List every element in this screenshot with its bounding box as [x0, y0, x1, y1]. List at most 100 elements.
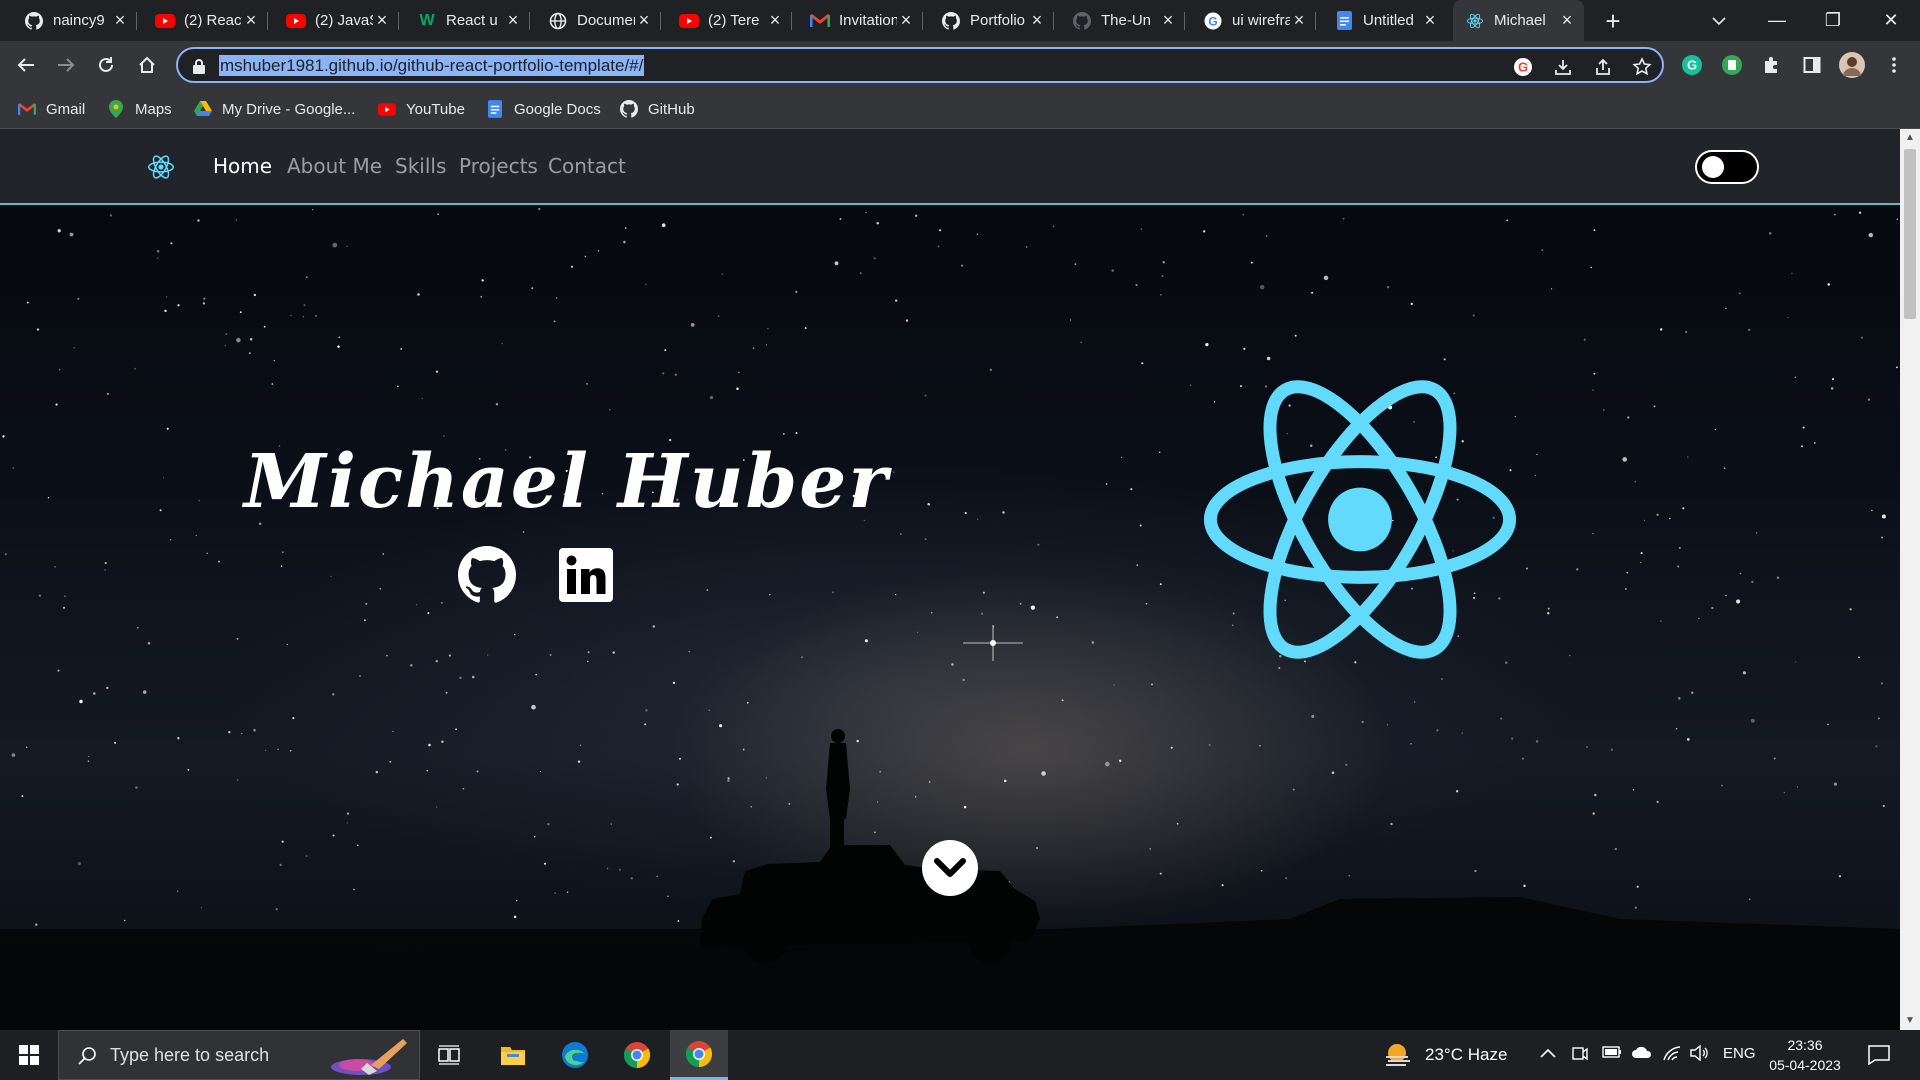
- close-icon[interactable]: ×: [1421, 11, 1439, 29]
- close-icon[interactable]: ×: [1558, 11, 1576, 29]
- share-icon[interactable]: [1593, 57, 1613, 77]
- bookmark-maps[interactable]: Maps: [107, 99, 172, 119]
- address-bar[interactable]: mshuber1981.github.io/github-react-portf…: [176, 47, 1664, 83]
- extension-icon[interactable]: [1716, 49, 1748, 81]
- close-window-button[interactable]: ✕: [1876, 8, 1906, 32]
- back-button[interactable]: [10, 49, 42, 81]
- side-panel-icon[interactable]: [1796, 49, 1828, 81]
- scrollbar-thumb[interactable]: [1904, 149, 1916, 319]
- tab-title: React u: [446, 12, 498, 29]
- language-indicator[interactable]: ENG: [1723, 1045, 1756, 1062]
- forward-button[interactable]: [50, 49, 82, 81]
- battery-icon[interactable]: [1602, 1045, 1622, 1063]
- url-text[interactable]: mshuber1981.github.io/github-react-portf…: [219, 55, 645, 76]
- weather-text[interactable]: 23°C Haze: [1425, 1045, 1507, 1065]
- scroll-down-button[interactable]: [922, 840, 978, 896]
- weather-haze-icon[interactable]: [1383, 1041, 1413, 1069]
- nav-projects[interactable]: Projects: [459, 154, 538, 178]
- profile-avatar[interactable]: [1836, 49, 1868, 81]
- bookmark-youtube[interactable]: YouTube: [378, 99, 465, 119]
- hero-title: Michael Huber: [244, 439, 890, 525]
- nav-home[interactable]: Home: [213, 154, 272, 178]
- paintbrush-icon: [331, 1039, 407, 1075]
- taskbar-search-box[interactable]: Type here to search: [58, 1030, 420, 1080]
- bookmark-google-docs[interactable]: Google Docs: [486, 99, 601, 119]
- nav-about-me[interactable]: About Me: [287, 154, 382, 178]
- bookmark-label: Gmail: [46, 100, 86, 118]
- install-icon[interactable]: [1553, 57, 1573, 77]
- browser-tab[interactable]: (2) JavaScript ×: [274, 6, 399, 35]
- windows-start-icon[interactable]: [0, 1030, 58, 1080]
- meet-icon[interactable]: [1572, 1045, 1588, 1068]
- close-icon[interactable]: ×: [1290, 11, 1308, 29]
- close-icon[interactable]: ×: [1028, 11, 1046, 29]
- volume-icon[interactable]: [1690, 1044, 1710, 1066]
- browser-tab-active[interactable]: Michael ×: [1453, 0, 1584, 41]
- close-icon[interactable]: ×: [897, 11, 915, 29]
- minimize-button[interactable]: —: [1762, 8, 1792, 32]
- edge-icon[interactable]: [546, 1030, 604, 1080]
- close-icon[interactable]: ×: [766, 11, 784, 29]
- close-icon[interactable]: ×: [635, 11, 653, 29]
- bookmark-drive[interactable]: My Drive - Google...: [194, 99, 355, 119]
- browser-tab[interactable]: Portfolio ×: [929, 6, 1054, 35]
- scroll-down-arrow[interactable]: ▼: [1900, 1012, 1920, 1030]
- browser-toolbar: mshuber1981.github.io/github-react-portf…: [0, 41, 1920, 89]
- browser-tab[interactable]: The-Un ×: [1060, 6, 1185, 35]
- browser-tab[interactable]: Untitled ×: [1322, 6, 1447, 35]
- menu-kebab-icon[interactable]: [1878, 49, 1910, 81]
- browser-tab[interactable]: Document ×: [536, 6, 661, 35]
- google-icon: G: [1203, 11, 1223, 31]
- tab-title: (2) React: [184, 12, 242, 29]
- browser-tab[interactable]: naincy9 ×: [12, 6, 137, 35]
- github-icon[interactable]: [457, 545, 517, 605]
- notifications-icon[interactable]: [1868, 1045, 1890, 1070]
- bookmark-label: Google Docs: [514, 100, 601, 118]
- bookmark-label: GitHub: [648, 100, 695, 118]
- bookmark-gmail[interactable]: Gmail: [18, 99, 85, 119]
- browser-tab[interactable]: W React u ×: [405, 6, 530, 35]
- scroll-up-arrow[interactable]: ▲: [1900, 129, 1920, 147]
- tray-chevron-up-icon[interactable]: [1540, 1045, 1556, 1063]
- page-scrollbar[interactable]: ▲ ▼: [1900, 129, 1920, 1030]
- tab-search-icon[interactable]: [1704, 8, 1734, 32]
- react-logo-icon[interactable]: [147, 153, 175, 181]
- nav-skills[interactable]: Skills: [395, 154, 446, 178]
- github-icon: [1072, 11, 1092, 31]
- grammarly-icon[interactable]: G: [1676, 49, 1708, 81]
- browser-tab[interactable]: (2) React ×: [143, 6, 268, 35]
- maps-icon: [107, 100, 125, 118]
- wifi-icon[interactable]: [1662, 1045, 1682, 1066]
- site-navbar: Home About Me Skills Projects Contact: [0, 129, 1900, 205]
- theme-toggle[interactable]: [1695, 150, 1759, 184]
- bookmark-star-icon[interactable]: [1632, 57, 1652, 77]
- close-icon[interactable]: ×: [373, 11, 391, 29]
- system-clock[interactable]: 23:36 05-04-2023: [1762, 1035, 1848, 1075]
- chrome-icon-active[interactable]: [670, 1030, 728, 1080]
- google-lens-icon[interactable]: G: [1513, 57, 1533, 77]
- new-tab-button[interactable]: +: [1598, 6, 1628, 36]
- file-explorer-icon[interactable]: [484, 1030, 542, 1080]
- lock-icon[interactable]: [192, 58, 208, 74]
- close-icon[interactable]: ×: [242, 11, 260, 29]
- restore-button[interactable]: ❐: [1818, 8, 1848, 32]
- bookmark-label: My Drive - Google...: [222, 100, 356, 118]
- browser-tab[interactable]: (2) Tere ×: [667, 6, 792, 35]
- close-icon[interactable]: ×: [1159, 11, 1177, 29]
- nav-contact[interactable]: Contact: [548, 154, 626, 178]
- extensions-puzzle-icon[interactable]: [1756, 49, 1788, 81]
- reload-button[interactable]: [90, 49, 122, 81]
- tab-title: Portfolio: [970, 12, 1026, 29]
- browser-tab[interactable]: G ui wireframe ×: [1191, 6, 1316, 35]
- tab-title: naincy9: [53, 12, 105, 29]
- linkedin-icon[interactable]: [556, 545, 616, 605]
- home-button[interactable]: [131, 49, 163, 81]
- bookmark-github[interactable]: GitHub: [620, 99, 695, 119]
- onedrive-cloud-icon[interactable]: [1631, 1045, 1653, 1064]
- close-icon[interactable]: ×: [111, 11, 129, 29]
- browser-tab[interactable]: Invitation ×: [798, 6, 923, 35]
- close-icon[interactable]: ×: [504, 11, 522, 29]
- task-view-icon[interactable]: [420, 1030, 478, 1080]
- clock-time: 23:36: [1787, 1037, 1823, 1053]
- chrome-icon[interactable]: [608, 1030, 666, 1080]
